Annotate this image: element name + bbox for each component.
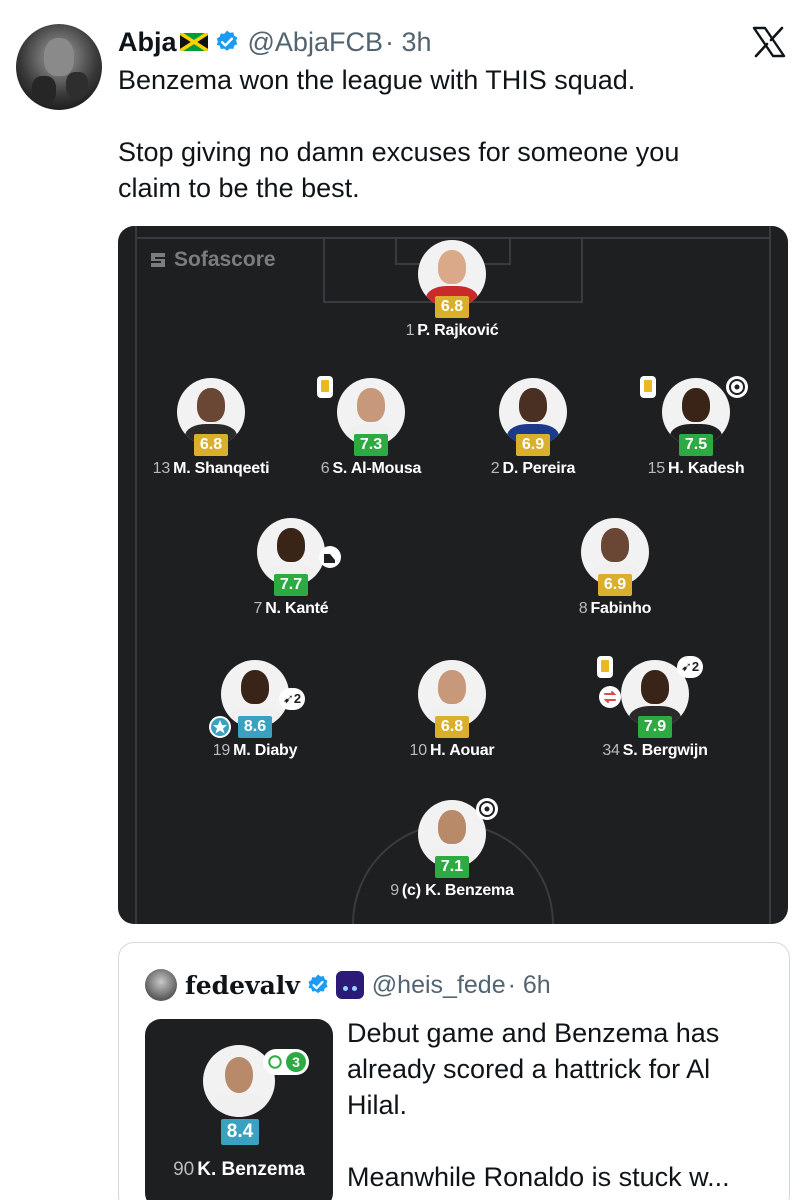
assist-count-badge: ➹2	[279, 688, 306, 710]
avatar-face	[44, 38, 74, 76]
tweet-text-line: Benzema won the league with THIS squad.	[118, 65, 636, 95]
tweet-text-line: claim to be the best.	[118, 173, 360, 203]
player-rating: 6.9	[598, 574, 632, 596]
assist-count-badge: ➹2	[677, 656, 704, 678]
player-rating: 6.8	[435, 296, 469, 318]
quote-text-line: Debut game and Benzema has	[347, 1018, 720, 1048]
player-bergwijn[interactable]: ➹2 7.9 34 S. Bergwijn	[555, 656, 755, 780]
quote-text-line: Meanwhile Ronaldo is stuck w...	[347, 1162, 730, 1192]
player-fabinho[interactable]: 6.9 8 Fabinho	[515, 518, 715, 638]
player-rating: 8.6	[238, 716, 272, 738]
assist-boot-icon: ➹	[681, 659, 692, 674]
quote-author-avatar[interactable]	[145, 969, 177, 1001]
player-of-match-star-icon	[209, 716, 231, 738]
player-diaby[interactable]: ➹2 8.6 19 M. Diaby	[155, 660, 355, 780]
verified-badge-icon	[308, 974, 328, 994]
player-name: 19 M. Diaby	[212, 742, 298, 759]
alien-emoji-icon	[335, 971, 364, 999]
quote-time[interactable]: · 6h	[508, 971, 551, 1000]
sofascore-logo-icon	[151, 253, 165, 267]
avatar-glove	[66, 72, 88, 98]
tweet-text: Benzema won the league with THIS squad. …	[118, 62, 778, 206]
goal-ball-icon	[726, 376, 748, 398]
player-name: 7 N. Kanté	[253, 600, 329, 617]
player-rating: 7.1	[435, 856, 469, 878]
x-logo-icon[interactable]	[752, 26, 786, 58]
substitution-icon	[599, 686, 621, 708]
player-rajkovic[interactable]: 6.8 1 P. Rajković	[352, 240, 552, 360]
goal-ball-icon	[268, 1055, 282, 1069]
player-name: 8 Fabinho	[578, 600, 652, 617]
assist-boot-icon	[319, 546, 341, 568]
player-rating: 6.8	[435, 716, 469, 738]
quote-text-line: already scored a hattrick for Al	[347, 1054, 711, 1084]
author-avatar[interactable]	[16, 24, 102, 110]
quote-header: fedevalv @heis_fede · 6h	[185, 967, 551, 1003]
sofascore-brand: Sofascore	[148, 248, 276, 272]
player-name: 34 S. Bergwijn	[602, 742, 708, 759]
player-rating: 7.3	[354, 434, 388, 456]
player-name: 9 (c) K. Benzema	[390, 882, 514, 899]
jamaica-flag-icon	[179, 33, 208, 51]
player-aouar[interactable]: 6.8 10 H. Aouar	[352, 660, 552, 780]
verified-badge-icon	[216, 30, 237, 51]
tweet-header: Abja @AbjaFCB · 3h	[118, 24, 432, 60]
player-name: 10 H. Aouar	[409, 742, 495, 759]
quote-author-handle[interactable]: @heis_fede	[372, 971, 506, 1000]
quote-author-name[interactable]: fedevalv	[185, 971, 300, 1000]
tweet-text-line: Stop giving no damn excuses for someone …	[118, 137, 680, 167]
goal-ball-icon	[476, 798, 498, 820]
lineup-image[interactable]: Sofascore 6.8 1 P. Rajković 6.8 13 M. Shan…	[118, 226, 788, 924]
yellow-card-icon	[317, 376, 333, 398]
yellow-card-icon	[597, 656, 613, 678]
quote-text-line: Hilal.	[347, 1090, 408, 1120]
tweet-time[interactable]: · 3h	[385, 27, 432, 58]
goals-badge: 3	[263, 1049, 309, 1075]
sofascore-label: Sofascore	[174, 248, 276, 271]
player-rating: 7.7	[274, 574, 308, 596]
avatar-glove	[32, 76, 56, 104]
player-benzema[interactable]: 7.1 9 (c) K. Benzema	[352, 798, 552, 920]
yellow-card-icon	[640, 376, 656, 398]
player-kante[interactable]: 7.7 7 N. Kanté	[191, 518, 391, 638]
assist-boot-icon: ➹	[283, 691, 294, 706]
quote-player-card[interactable]: 3 8.4 90 K. Benzema	[145, 1019, 333, 1200]
player-name: 90 K. Benzema	[173, 1159, 305, 1180]
author-handle[interactable]: @AbjaFCB	[248, 27, 383, 58]
player-name: 15 H. Kadesh	[647, 460, 745, 477]
player-rating: 6.8	[194, 434, 228, 456]
player-rating: 7.9	[638, 716, 672, 738]
player-rating: 6.9	[516, 434, 550, 456]
goals-count: 3	[286, 1052, 306, 1072]
player-rating: 8.4	[221, 1119, 259, 1145]
quoted-tweet[interactable]: fedevalv @heis_fede · 6h 3 8.4 90 K. Benz…	[118, 942, 790, 1200]
quote-text: Debut game and Benzema has already score…	[347, 1015, 767, 1195]
player-name: 1 P. Rajković	[405, 322, 499, 339]
author-name[interactable]: Abja	[118, 27, 177, 58]
player-kadesh[interactable]: 7.5 15 H. Kadesh	[596, 376, 788, 498]
player-rating: 7.5	[679, 434, 713, 456]
